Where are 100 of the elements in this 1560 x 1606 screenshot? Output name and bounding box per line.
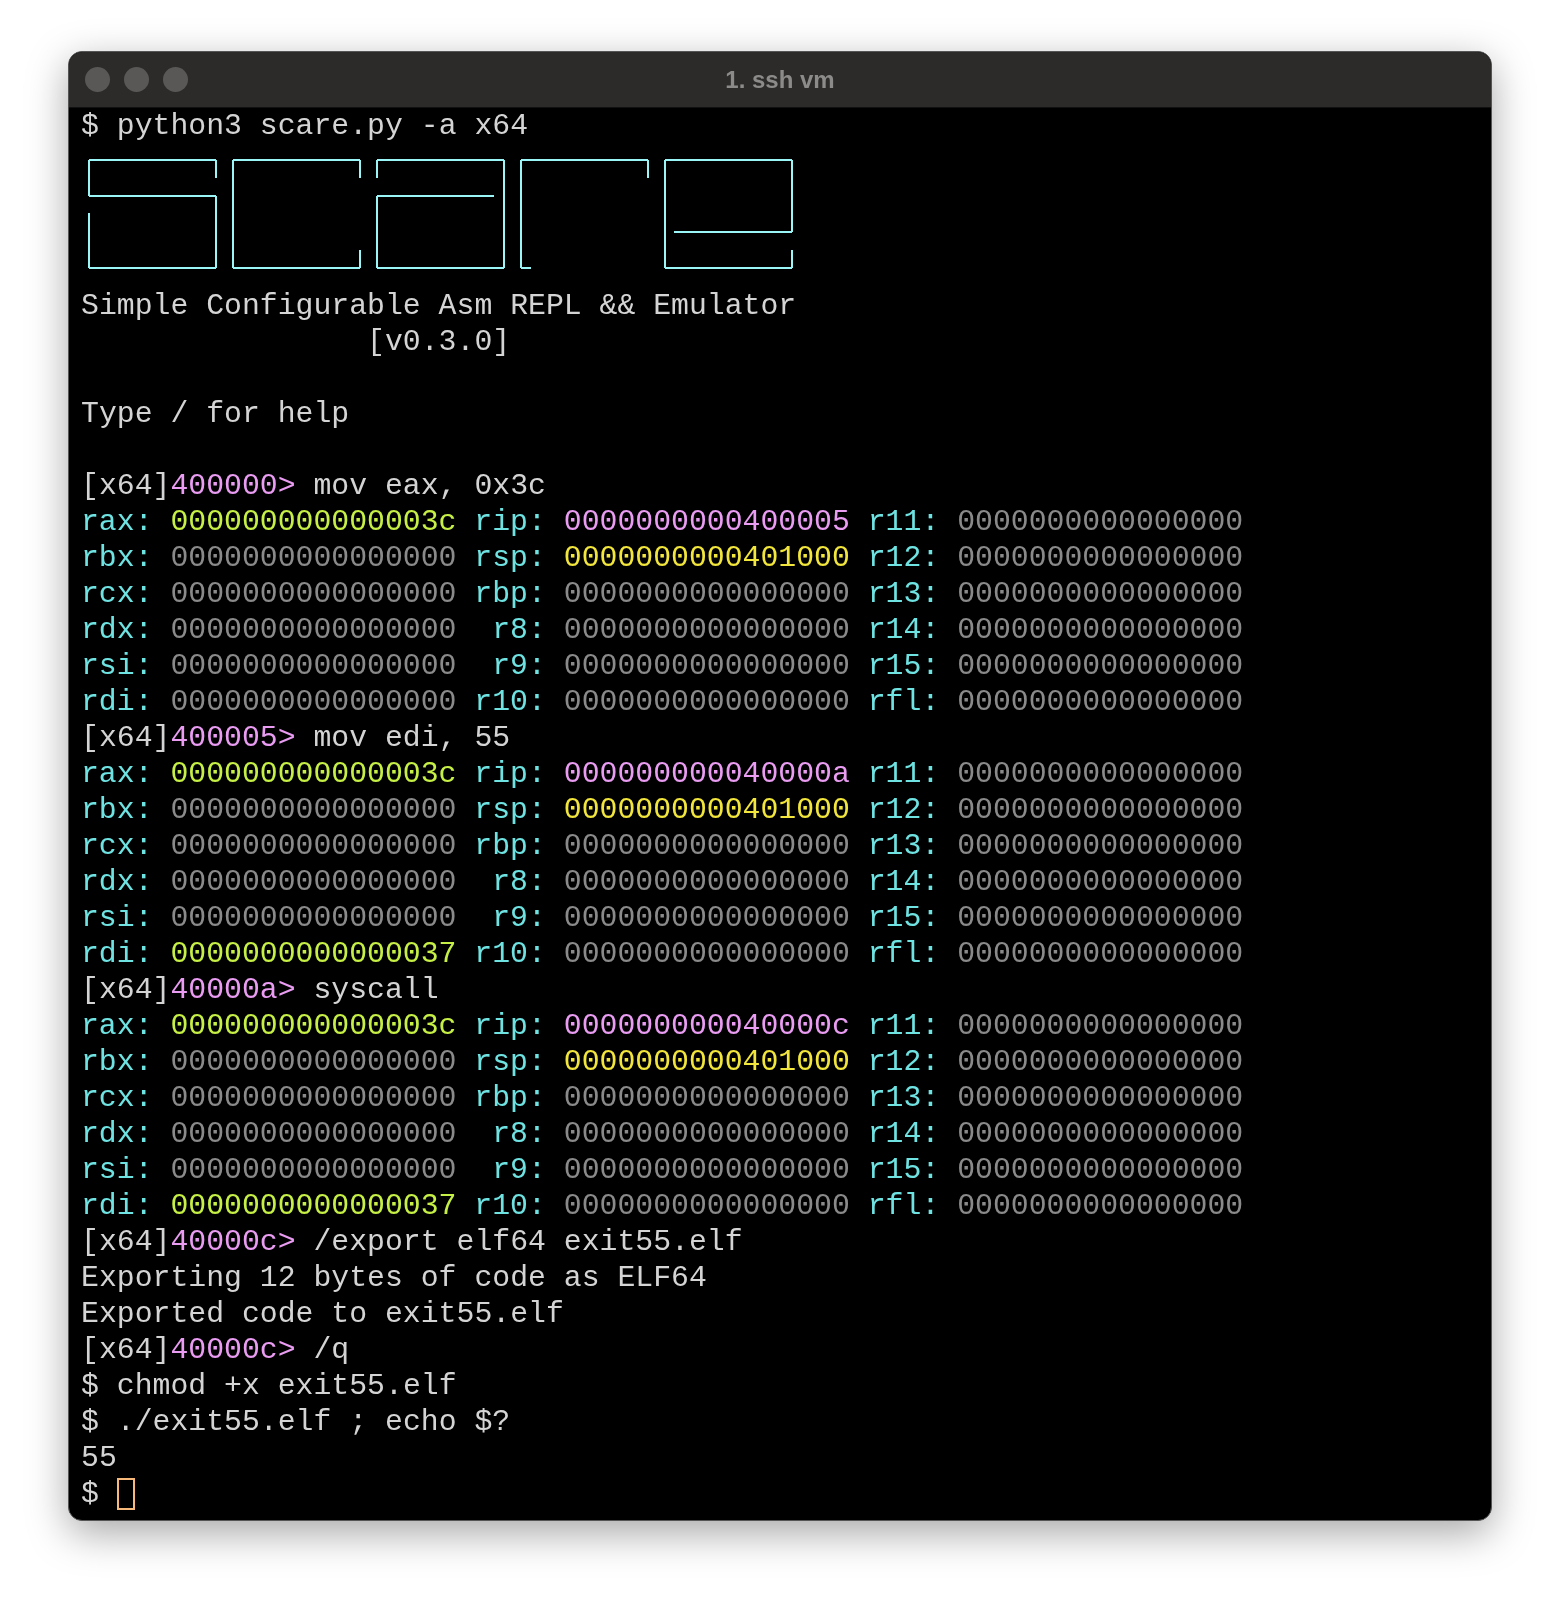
register-name: rdi: xyxy=(81,684,153,720)
register-value: 0000000000000000 xyxy=(563,612,850,648)
register-name: rsi: xyxy=(81,900,153,936)
command-text: syscall xyxy=(313,973,439,1007)
shell-prompt: $ xyxy=(81,109,99,143)
zoom-button[interactable] xyxy=(163,67,188,92)
register-value: 0000000000000000 xyxy=(957,828,1244,864)
shell-prompt: $ xyxy=(81,1405,99,1439)
arch-label: [x64] xyxy=(81,1333,171,1367)
register-value: 0000000000000000 xyxy=(957,1116,1244,1152)
register-value: 0000000000000000 xyxy=(957,792,1244,828)
command-text: /q xyxy=(313,1333,350,1367)
register-value: 000000000040000a xyxy=(563,756,850,792)
register-value: 0000000000401000 xyxy=(563,1044,850,1080)
register-value: 0000000000000000 xyxy=(170,1152,457,1188)
register-value: 0000000000000000 xyxy=(563,684,850,720)
register-name: r12: xyxy=(867,540,940,576)
register-name: r15: xyxy=(867,1152,940,1188)
register-value: 000000000000003c xyxy=(170,504,457,540)
register-name: r12: xyxy=(867,1044,940,1080)
register-name: rfl: xyxy=(867,1188,940,1224)
register-name: rfl: xyxy=(867,936,940,972)
register-value: 000000000000003c xyxy=(170,756,457,792)
register-value: 0000000000000000 xyxy=(170,1080,457,1116)
register-name: r13: xyxy=(867,1080,940,1116)
command-text: mov eax, 0x3c xyxy=(313,469,546,503)
register-name: r10: xyxy=(474,684,546,720)
address-prompt: 400000> xyxy=(170,469,296,503)
command-text: chmod +x exit55.elf xyxy=(116,1369,457,1403)
register-name: rbx: xyxy=(81,792,153,828)
register-value: 0000000000000000 xyxy=(957,504,1244,540)
arch-label: [x64] xyxy=(81,973,171,1007)
register-value: 0000000000000000 xyxy=(563,1116,850,1152)
register-name: r13: xyxy=(867,576,940,612)
arch-label: [x64] xyxy=(81,469,171,503)
register-value: 0000000000401000 xyxy=(563,540,850,576)
register-value: 0000000000000000 xyxy=(957,684,1244,720)
register-name: rip: xyxy=(474,1008,546,1044)
register-name: rax: xyxy=(81,756,153,792)
address-prompt: 40000a> xyxy=(170,973,296,1007)
register-value: 0000000000000000 xyxy=(957,1080,1244,1116)
register-value: 0000000000000000 xyxy=(170,900,457,936)
register-value: 0000000000000000 xyxy=(563,1152,850,1188)
register-name: r15: xyxy=(867,648,940,684)
output-text: Type / for help xyxy=(81,397,350,431)
register-name: r9: xyxy=(492,900,546,936)
text-cursor xyxy=(116,1478,135,1510)
register-name: r8: xyxy=(492,1116,546,1152)
output-text: 55 xyxy=(81,1441,117,1475)
register-name: rax: xyxy=(81,1008,153,1044)
address-prompt: 400005> xyxy=(170,721,296,755)
register-name: r14: xyxy=(867,612,940,648)
register-name: r9: xyxy=(492,1152,546,1188)
register-value: 0000000000000000 xyxy=(170,1044,457,1080)
register-value: 0000000000000000 xyxy=(957,1188,1244,1224)
register-value: 0000000000000000 xyxy=(563,828,850,864)
register-name: r14: xyxy=(867,1116,940,1152)
register-value: 0000000000000000 xyxy=(957,900,1244,936)
register-value: 0000000000000000 xyxy=(957,864,1244,900)
register-name: r14: xyxy=(867,864,940,900)
address-prompt: 40000c> xyxy=(170,1333,296,1367)
register-value: 0000000000000037 xyxy=(170,1188,457,1224)
command-text: mov edi, 55 xyxy=(313,721,511,755)
register-value: 000000000040000c xyxy=(563,1008,850,1044)
register-value: 0000000000000000 xyxy=(957,648,1244,684)
register-name: rbp: xyxy=(474,828,546,864)
register-name: rbx: xyxy=(81,1044,153,1080)
register-name: r10: xyxy=(474,936,546,972)
register-value: 0000000000000000 xyxy=(170,648,457,684)
register-name: r8: xyxy=(492,612,546,648)
register-value: 0000000000000000 xyxy=(563,864,850,900)
register-value: 0000000000000000 xyxy=(563,1080,850,1116)
register-value: 0000000000000000 xyxy=(957,1152,1244,1188)
command-text: python3 scare.py -a x64 xyxy=(116,109,529,143)
register-name: rip: xyxy=(474,756,546,792)
arch-label: [x64] xyxy=(81,721,171,755)
register-name: rcx: xyxy=(81,576,153,612)
register-name: rbx: xyxy=(81,540,153,576)
register-value: 0000000000000000 xyxy=(170,612,457,648)
arch-label: [x64] xyxy=(81,1225,171,1259)
register-value: 0000000000000000 xyxy=(170,828,457,864)
register-name: rsi: xyxy=(81,1152,153,1188)
register-value: 0000000000000000 xyxy=(563,936,850,972)
close-button[interactable] xyxy=(85,67,110,92)
register-name: rsp: xyxy=(474,540,546,576)
register-value: 0000000000000000 xyxy=(957,756,1244,792)
command-text: ./exit55.elf ; echo $? xyxy=(116,1405,511,1439)
register-value: 0000000000000000 xyxy=(170,540,457,576)
register-value: 000000000000003c xyxy=(170,1008,457,1044)
register-name: rip: xyxy=(474,504,546,540)
minimize-button[interactable] xyxy=(124,67,149,92)
shell-prompt: $ xyxy=(81,1369,99,1403)
register-value: 0000000000400005 xyxy=(563,504,850,540)
register-name: r11: xyxy=(867,1008,940,1044)
output-text: Exported code to exit55.elf xyxy=(81,1297,564,1331)
register-value: 0000000000000000 xyxy=(170,1116,457,1152)
register-name: rdi: xyxy=(81,1188,153,1224)
register-name: rdx: xyxy=(81,612,153,648)
window-title: 1. ssh vm xyxy=(725,64,835,95)
register-name: rdi: xyxy=(81,936,153,972)
